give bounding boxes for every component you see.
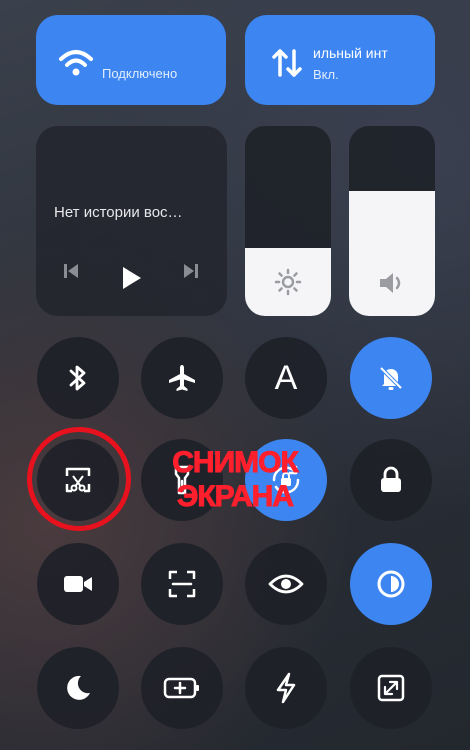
scanner-toggle[interactable]: [141, 543, 223, 625]
screenshot-highlight-circle: [27, 427, 131, 531]
wifi-icon: [59, 50, 93, 76]
scan-icon: [168, 570, 196, 598]
floating-window-toggle[interactable]: [350, 647, 432, 729]
volume-icon: [380, 273, 401, 293]
mobile-data-status: Вкл.: [313, 67, 339, 82]
bluetooth-toggle[interactable]: [37, 337, 119, 419]
mobile-data-title: ильный инт: [313, 45, 388, 61]
screenshot-annotation: СНИМОК ЭКРАНА: [160, 446, 310, 514]
bell-off-icon: [379, 366, 403, 390]
power-mode-toggle[interactable]: [245, 647, 327, 729]
battery-saver-toggle[interactable]: [141, 647, 223, 729]
expand-icon: [377, 674, 405, 702]
battery-icon: [163, 677, 199, 699]
wifi-tile[interactable]: Подключено: [36, 15, 226, 105]
video-camera-icon: [64, 576, 92, 592]
airplane-toggle[interactable]: [141, 337, 223, 419]
previous-icon: [64, 264, 78, 278]
next-button[interactable]: [182, 262, 200, 285]
annotation-line-2: ЭКРАНА: [176, 480, 294, 514]
lightning-icon: [276, 672, 296, 704]
text-a-icon: A: [274, 358, 298, 397]
volume-fill: [349, 190, 435, 316]
airplane-icon: [169, 365, 195, 391]
play-icon: [123, 267, 141, 289]
eye-icon: [268, 574, 304, 594]
dark-mode-toggle[interactable]: [350, 543, 432, 625]
lock-icon: [381, 466, 401, 492]
next-icon: [184, 264, 198, 278]
brightness-slider[interactable]: [245, 126, 331, 316]
mobile-data-tile[interactable]: ильный инт Вкл.: [245, 15, 435, 105]
volume-slider[interactable]: [349, 126, 435, 316]
brightness-icon: [274, 268, 302, 296]
lock-screen-toggle[interactable]: [350, 439, 432, 521]
data-transfer-icon: [272, 49, 302, 77]
play-button[interactable]: [120, 266, 142, 295]
moon-icon: [67, 675, 90, 700]
wifi-status: Подключено: [102, 66, 178, 81]
screen-recorder-toggle[interactable]: [37, 543, 119, 625]
silent-mode-toggle[interactable]: [350, 337, 432, 419]
reading-mode-toggle[interactable]: [245, 543, 327, 625]
dark-mode-icon: [377, 570, 405, 598]
bluetooth-icon: [69, 365, 86, 391]
media-title: Нет истории вос…: [54, 204, 183, 221]
annotation-line-1: СНИМОК: [172, 446, 300, 480]
font-size-toggle[interactable]: A: [245, 337, 327, 419]
previous-button[interactable]: [62, 262, 80, 285]
do-not-disturb-toggle[interactable]: [37, 647, 119, 729]
